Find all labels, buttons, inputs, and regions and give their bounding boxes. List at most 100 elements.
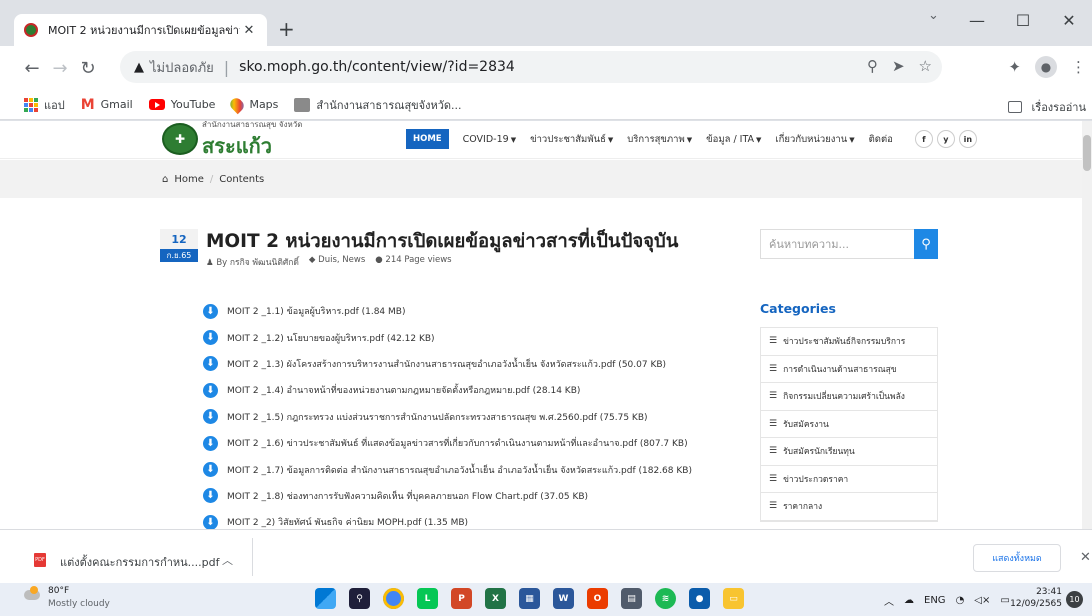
download-icon[interactable]: ⬇ [203,409,218,425]
close-download-bar-icon[interactable]: ✕ [1080,550,1091,565]
system-clock[interactable]: 23:41 12/09/2565 [1006,586,1062,610]
bookmark-gmail[interactable]: M Gmail [81,97,133,113]
warning-icon[interactable]: ▲ [134,60,144,75]
address-bar[interactable]: ▲ ไม่ปลอดภัย | sko.moph.go.th/content/vi… [120,51,942,83]
file-link[interactable]: MOIT 2 _1.2) นโยบายของผู้บริหาร.pdf (42.… [227,331,435,345]
browser-tab-active[interactable]: MOIT 2 หน่วยงานมีการเปิดเผยข้อมูลข่าวสาร… [14,14,267,46]
volume-muted-icon[interactable]: ◁× [974,595,990,606]
list-item[interactable]: ⬇ MOIT 2 _1.8) ช่องทางการรับฟังความคิดเห็… [203,483,692,509]
security-status[interactable]: ไม่ปลอดภัย [150,57,214,78]
bookmark-star-icon[interactable]: ☆ [919,57,932,75]
nav-contact[interactable]: ติดต่อ [869,132,893,147]
back-icon[interactable]: ← [18,58,46,79]
calc-app-icon[interactable]: ▤ [621,588,642,609]
category-item[interactable]: ☰ รับสมัครนักเรียนทุน [761,438,937,466]
notification-badge[interactable]: 10 [1066,591,1083,608]
send-icon[interactable]: ➤ [892,57,905,75]
nav-covid[interactable]: COVID-19 ▼ [463,134,516,145]
menu-kebab-icon[interactable]: ⋮ [1071,58,1086,76]
bookmark-site[interactable]: สำนักงานสาธารณสุขจังหวัด... [294,96,462,114]
nav-info-ita[interactable]: ข้อมูล / ITA ▼ [706,132,761,147]
chrome-icon[interactable] [383,588,404,609]
post-author[interactable]: ♟ By กรกิจ พัฒนนิติศักดิ์ [206,255,299,269]
close-tab-icon[interactable]: ✕ [241,23,257,38]
file-link[interactable]: MOIT 2 _1.8) ช่องทางการรับฟังความคิดเห็น… [227,489,588,503]
list-item[interactable]: ⬇ MOIT 2 _1.4) อำนาจหน้าที่ของหน่วยงานตาม… [203,377,692,403]
list-item[interactable]: ⬇ MOIT 2 _1.5) กฎกระทรวง แบ่งส่วนราชการสำ… [203,404,692,430]
list-item[interactable]: ⬇ MOIT 2 _1.7) ข้อมูลการติดต่อ สำนักงานสา… [203,456,692,482]
moph-logo-icon[interactable]: ✚ [162,123,198,155]
zoom-meet-icon[interactable]: ● [689,588,710,609]
start-icon[interactable] [315,588,336,609]
download-icon[interactable]: ⬇ [203,488,218,504]
scrollbar-thumb[interactable] [1083,135,1091,171]
download-icon[interactable]: ⬇ [203,330,218,346]
list-item[interactable]: ⬇ MOIT 2 _2) วิสัยทัศน์ พันธกิจ ค่านิยม M… [203,509,692,529]
minimize-icon[interactable]: — [954,0,1000,40]
office-icon[interactable]: O [587,588,608,609]
download-icon[interactable]: ⬇ [203,303,218,319]
onedrive-icon[interactable]: ☁ [904,595,914,606]
search-input[interactable] [760,229,914,259]
category-item[interactable]: ☰ รับสมัครงาน [761,411,937,438]
category-item[interactable]: ☰ ข่าวประชาสัมพันธ์กิจกรรมบริการ [761,328,937,356]
pdf-file-icon[interactable]: PDF [34,553,46,567]
file-link[interactable]: MOIT 2 _1.7) ข้อมูลการติดต่อ สำนักงานสาธ… [227,463,692,477]
linkedin-icon[interactable]: in [958,130,977,148]
bookmark-apps[interactable]: แอป [24,96,65,114]
download-icon[interactable]: ⬇ [203,382,218,398]
download-icon[interactable]: ⬇ [203,356,218,372]
post-tags[interactable]: ◆ Duis, News [309,255,365,269]
powerpoint-icon[interactable]: P [451,588,472,609]
maximize-icon[interactable]: ☐ [1000,0,1046,40]
weather-condition[interactable]: Mostly cloudy [48,599,110,609]
excel-icon[interactable]: X [485,588,506,609]
category-item[interactable]: ☰ ราคากลาง [761,493,937,521]
reading-list[interactable]: เรื่องรออ่าน [1007,98,1086,116]
facebook-icon[interactable]: f [914,130,933,148]
download-icon[interactable]: ⬇ [203,435,218,451]
list-item[interactable]: ⬇ MOIT 2 _1.3) ผังโครงสร้างการบริหารงานสำ… [203,351,692,377]
file-link[interactable]: MOIT 2 _1.4) อำนาจหน้าที่ของหน่วยงานตามก… [227,383,580,397]
new-tab-button[interactable]: + [278,19,295,39]
nav-news[interactable]: ข่าวประชาสัมพันธ์ ▼ [530,132,613,147]
spotify-icon[interactable]: ≋ [655,588,676,609]
line-icon[interactable]: L [417,588,438,609]
weather-temp[interactable]: 80°F [48,586,69,596]
list-item[interactable]: ⬇ MOIT 2 _1.6) ข่าวประชาสัมพันธ์ ที่แสดงข… [203,430,692,456]
close-window-icon[interactable]: ✕ [1046,0,1092,40]
nav-home[interactable]: HOME [406,129,449,149]
profile-avatar-icon[interactable]: ● [1035,56,1057,78]
extensions-icon[interactable]: ✦ [1008,58,1021,76]
nav-health-services[interactable]: บริการสุขภาพ ▼ [627,132,692,147]
bookmark-maps[interactable]: Maps [228,95,278,114]
tab-search-icon[interactable]: ⌄ [928,8,939,23]
word-icon[interactable]: W [553,588,574,609]
show-all-button[interactable]: แสดงทั้งหมด [973,544,1061,572]
category-item[interactable]: ☰ กิจกรรมเปลี่ยนความเศร้าเป็นพลัง [761,383,937,411]
category-item[interactable]: ☰ ข่าวประกวดราคา [761,466,937,493]
breadcrumb-home[interactable]: Home [174,174,204,185]
list-item[interactable]: ⬇ MOIT 2 _1.2) นโยบายของผู้บริหาร.pdf (42… [203,324,692,350]
file-explorer-icon[interactable]: ▭ [723,588,744,609]
page-scrollbar[interactable] [1082,121,1092,529]
forward-icon[interactable]: → [46,58,74,79]
url-text[interactable]: sko.moph.go.th/content/view/?id=2834 [239,59,515,75]
download-filename[interactable]: แต่งตั้งคณะกรรมการกำหน....pdf [60,553,220,571]
file-link[interactable]: MOIT 2 _1.6) ข่าวประชาสัมพันธ์ ที่แสดงข้… [227,436,688,450]
wifi-icon[interactable]: ◔ [956,595,965,606]
nav-about[interactable]: เกี่ยวกับหน่วยงาน ▼ [775,132,854,147]
file-link[interactable]: MOIT 2 _2) วิสัยทัศน์ พันธกิจ ค่านิยม MO… [227,515,468,529]
file-link[interactable]: MOIT 2 _1.3) ผังโครงสร้างการบริหารงานสำน… [227,357,666,371]
bookmark-youtube[interactable]: YouTube [148,98,215,111]
category-item[interactable]: ☰ การดำเนินงานด้านสาธารณสุข [761,356,937,383]
search-icon[interactable]: ⚲ [914,229,938,259]
download-icon[interactable]: ⬇ [203,514,218,529]
file-link[interactable]: MOIT 2 _1.5) กฎกระทรวง แบ่งส่วนราชการสำน… [227,410,648,424]
search-taskbar-icon[interactable]: ⚲ [349,588,370,609]
chevron-up-icon[interactable]: ︿ [222,552,233,568]
input-language[interactable]: ENG [924,595,946,606]
logo-title[interactable]: สระแก้ว [202,136,272,156]
weather-icon[interactable] [24,586,40,600]
zoom-icon[interactable]: ⚲ [867,57,878,75]
